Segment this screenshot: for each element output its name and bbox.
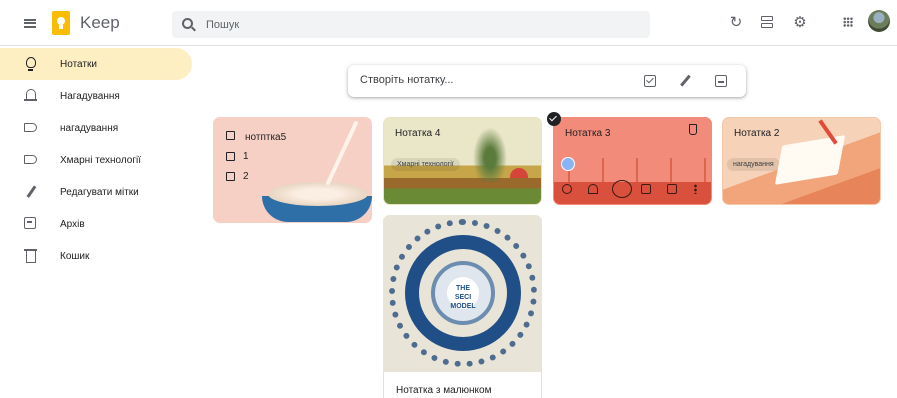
- sidebar-item-label: нагадування: [60, 122, 119, 134]
- seci-model-image[interactable]: THE SECI MODEL: [383, 215, 542, 372]
- sidebar-item-label-reminders[interactable]: нагадування: [0, 112, 200, 144]
- checkbox-icon[interactable]: [226, 152, 235, 161]
- reminder-icon[interactable]: [588, 184, 598, 194]
- sidebar-item-notes[interactable]: Нотатки: [0, 48, 192, 80]
- checklist-item[interactable]: 1: [226, 151, 249, 162]
- search-bar[interactable]: [172, 11, 650, 38]
- sidebar-item-trash[interactable]: Кошик: [0, 240, 200, 272]
- pin-icon[interactable]: [689, 124, 697, 135]
- search-input[interactable]: [206, 15, 626, 34]
- sidebar-item-label: Архів: [60, 218, 85, 230]
- seci-model-center-label: THE SECI MODEL: [447, 277, 479, 310]
- take-note-placeholder[interactable]: Створіть нотатку...: [360, 74, 454, 86]
- note-title: Нотатка 4: [395, 128, 441, 139]
- sidebar-item-label: Нагадування: [60, 90, 120, 102]
- list-row-glyph: [761, 23, 773, 28]
- account-avatar[interactable]: [868, 10, 890, 32]
- checklist-item-text: 1: [243, 151, 249, 162]
- checkbox-icon[interactable]: [226, 131, 235, 140]
- checklist-item[interactable]: [226, 131, 243, 140]
- checklist-item-text: 2: [243, 171, 249, 182]
- palette-icon[interactable]: [562, 184, 572, 194]
- trash-icon: [24, 249, 37, 263]
- refresh-icon[interactable]: ↻: [726, 12, 746, 32]
- list-view-icon[interactable]: [757, 12, 777, 32]
- add-image-icon[interactable]: [641, 184, 651, 194]
- add-collaborator-icon[interactable]: [612, 180, 632, 198]
- lightbulb-icon: [26, 57, 36, 71]
- plant-illustration: [470, 122, 510, 182]
- checklist-item[interactable]: 2: [226, 171, 249, 182]
- new-list-icon[interactable]: [644, 75, 656, 87]
- apps-grid-glyph: [843, 17, 853, 27]
- sidebar-item-label: Нотатки: [60, 58, 97, 70]
- main-menu-button[interactable]: [18, 12, 42, 34]
- sidebar-item-label-cloud[interactable]: Хмарні технології: [0, 144, 200, 176]
- note-card-4[interactable]: Нотатка 4 Хмарні технології: [383, 117, 542, 205]
- sidebar-item-edit-labels[interactable]: Редагувати мітки: [0, 176, 200, 208]
- note-toolbar: [554, 182, 711, 204]
- label-icon: [24, 123, 37, 132]
- note-title: Нотатка 3: [565, 128, 611, 139]
- select-note-check-icon[interactable]: [547, 112, 561, 126]
- collaborator-avatar[interactable]: [561, 157, 575, 171]
- more-options-icon[interactable]: [694, 184, 697, 194]
- hamburger-icon: [24, 18, 36, 28]
- search-icon[interactable]: [182, 18, 193, 29]
- list-row-glyph: [761, 16, 773, 21]
- note-title: Нотатка з малюнком: [396, 385, 492, 396]
- pencil-icon: [26, 185, 37, 198]
- archive-icon: [24, 217, 36, 229]
- new-image-note-icon[interactable]: [715, 75, 727, 87]
- label-chip[interactable]: Хмарні технології: [391, 158, 460, 171]
- top-bar: Keep ↻ ⚙: [0, 0, 897, 46]
- sidebar-item-label: Хмарні технології: [60, 154, 142, 166]
- label-icon: [24, 155, 37, 164]
- note-title: нотптка5: [245, 132, 287, 143]
- keep-logo-icon[interactable]: [52, 11, 70, 35]
- sidebar: Нотатки Нагадування нагадування Хмарні т…: [0, 48, 200, 272]
- archive-icon[interactable]: [667, 184, 677, 194]
- sidebar-item-label: Кошик: [60, 250, 90, 262]
- app-title[interactable]: Keep: [80, 13, 120, 33]
- note-title: Нотатка 2: [734, 128, 780, 139]
- label-chip[interactable]: нагадування: [727, 158, 780, 171]
- bell-icon: [24, 89, 37, 101]
- sidebar-item-label: Редагувати мітки: [60, 186, 139, 198]
- sidebar-item-archive[interactable]: Архів: [0, 208, 200, 240]
- noodles-illustration: [268, 182, 368, 206]
- checkbox-icon[interactable]: [226, 172, 235, 181]
- sidebar-item-reminders[interactable]: Нагадування: [0, 80, 200, 112]
- apps-icon[interactable]: [838, 12, 858, 32]
- settings-icon[interactable]: ⚙: [790, 12, 810, 32]
